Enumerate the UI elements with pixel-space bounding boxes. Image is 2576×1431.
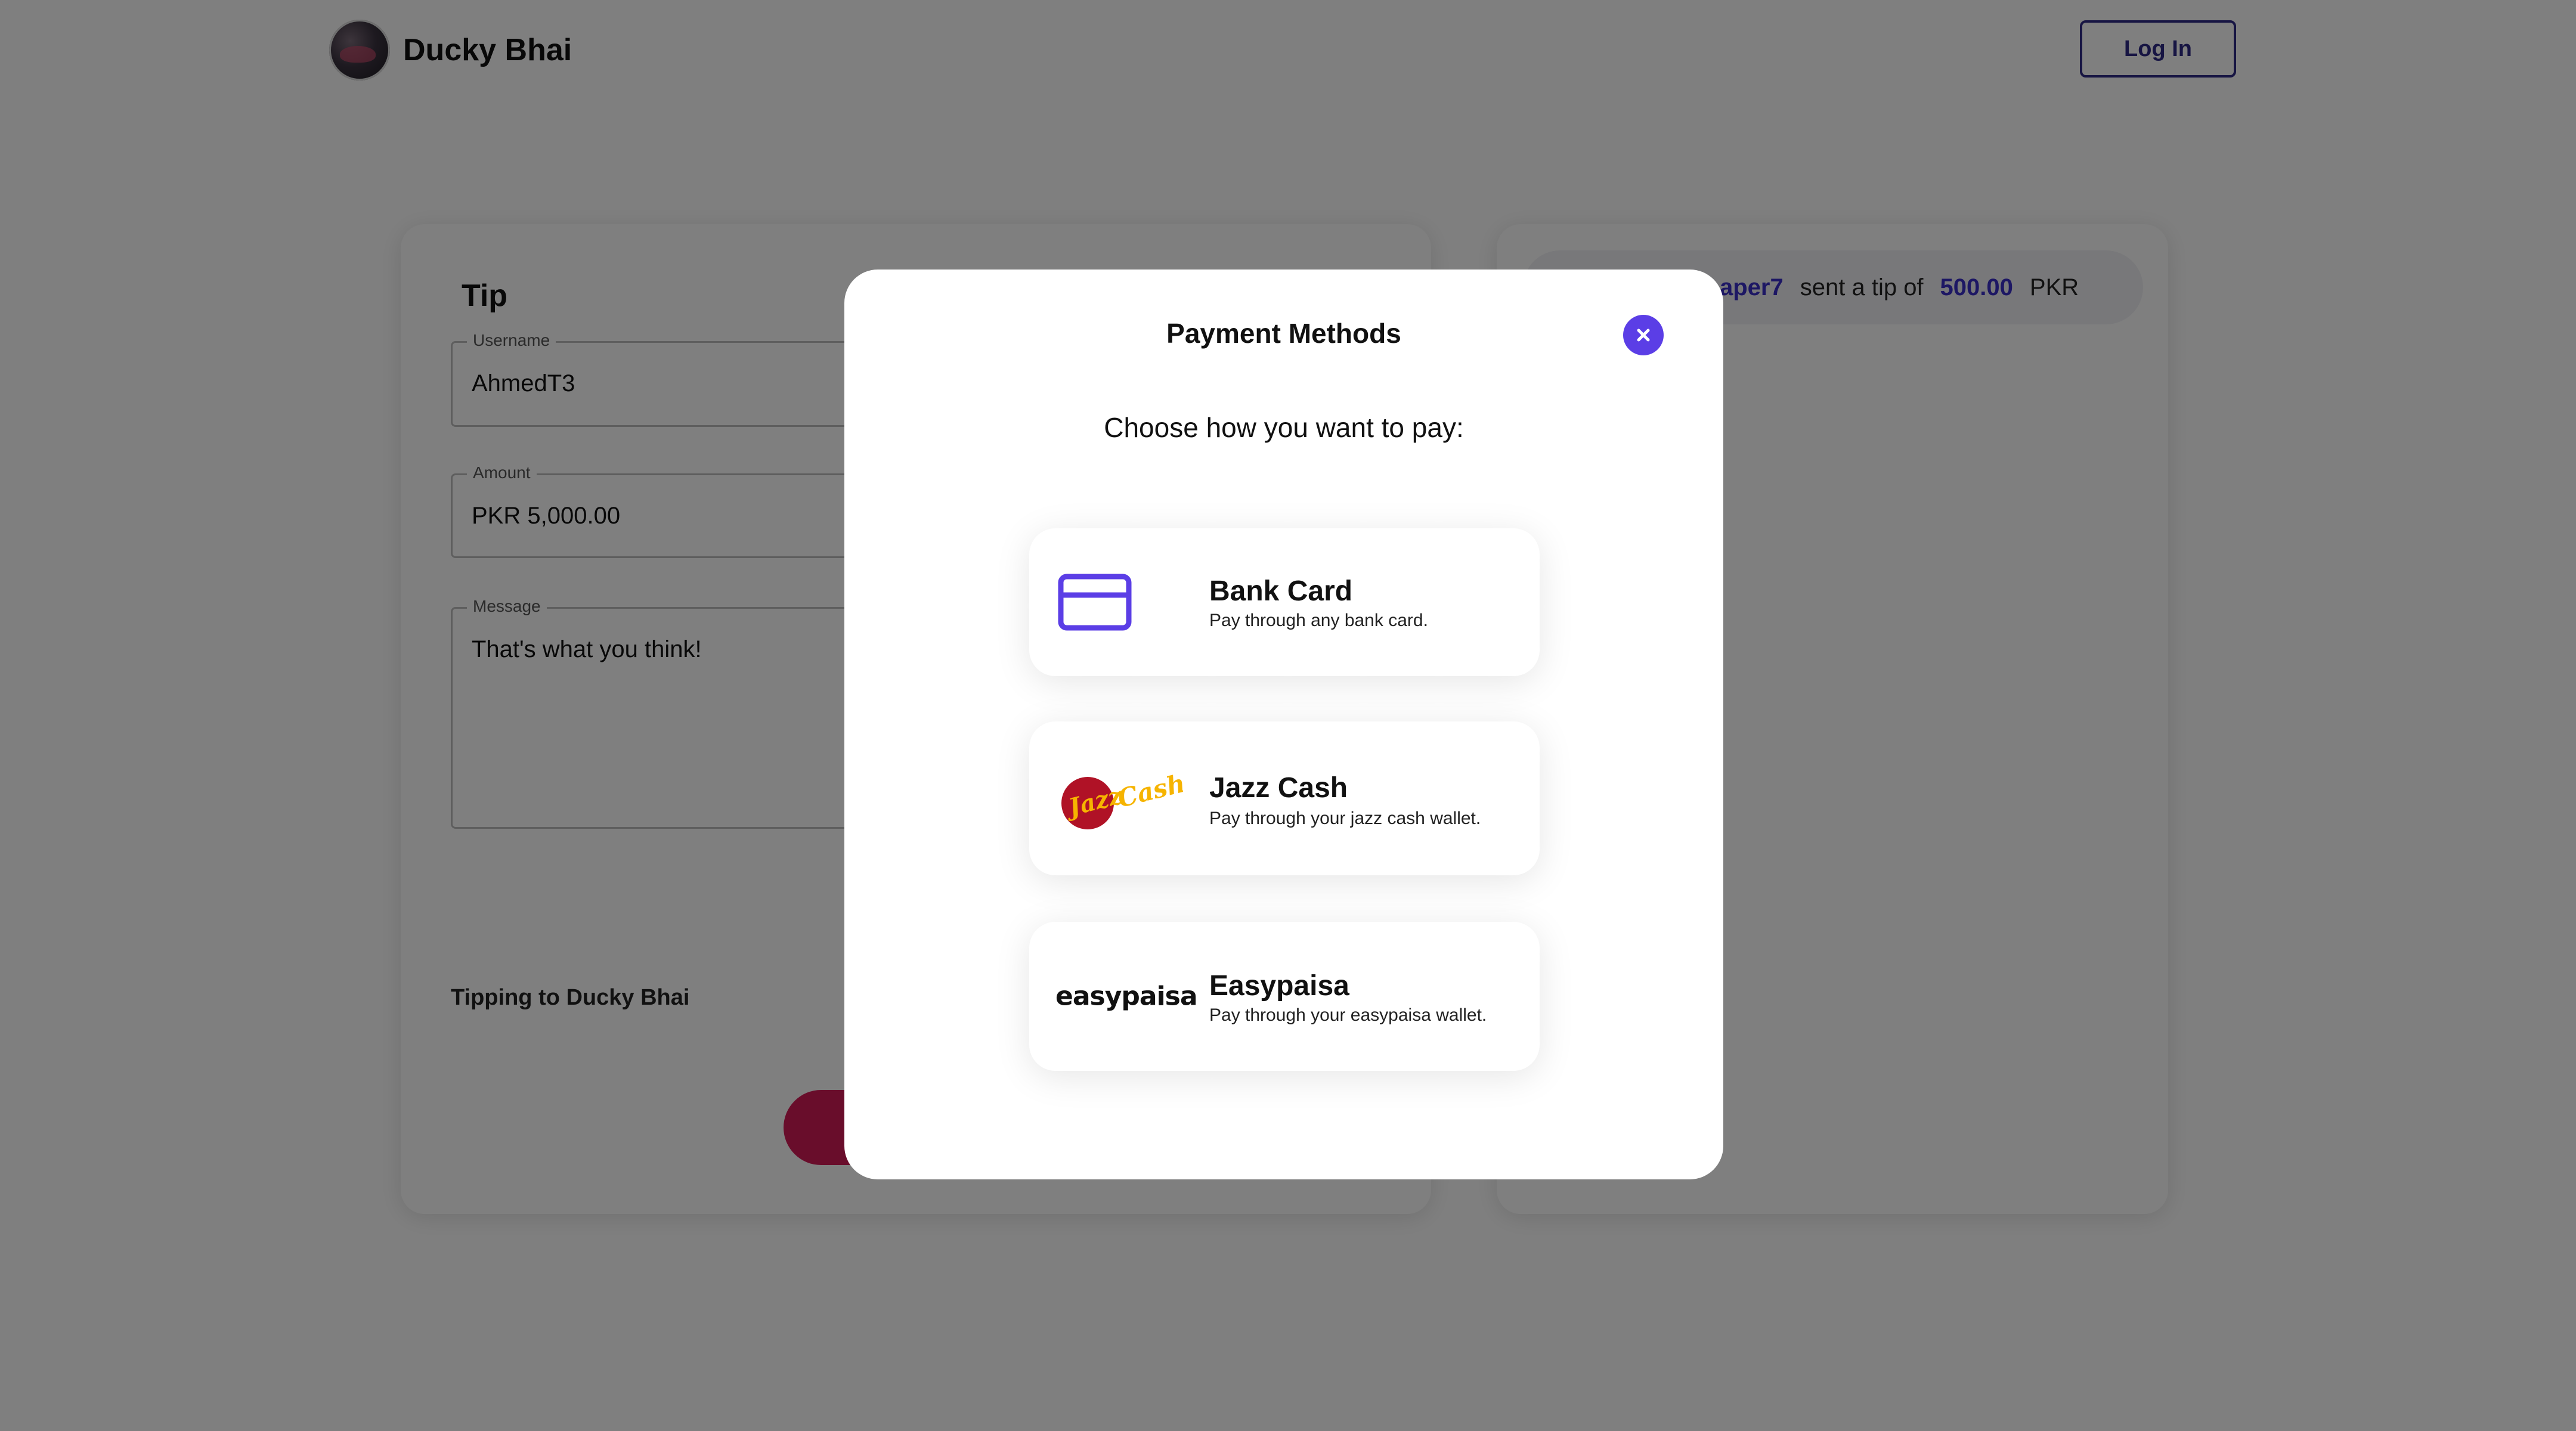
easypaisa-description: Pay through your easypaisa wallet. (1209, 1005, 1487, 1025)
close-button[interactable] (1623, 315, 1664, 355)
close-icon (1637, 329, 1650, 342)
payment-option-jazz-cash[interactable]: Jazz Cash Jazz Cash Pay through your jaz… (1029, 721, 1540, 875)
easypaisa-logo: easypaisa (1055, 981, 1198, 1012)
payment-option-easypaisa[interactable]: easypaisa Easypaisa Pay through your eas… (1029, 922, 1540, 1071)
page: Ducky Bhai Log In Tip Username AhmedT3 A… (0, 0, 2576, 1431)
bank-card-name: Bank Card (1209, 575, 1353, 607)
modal-title: Payment Methods (1166, 318, 1401, 349)
jazz-cash-description: Pay through your jazz cash wallet. (1209, 809, 1481, 828)
modal-subtitle: Choose how you want to pay: (1104, 412, 1464, 443)
payment-option-bank-card[interactable]: Bank Card Pay through any bank card. (1029, 528, 1540, 676)
bank-card-description: Pay through any bank card. (1209, 611, 1428, 630)
easypaisa-name: Easypaisa (1209, 970, 1349, 1002)
payment-methods-modal: Payment Methods Choose how you want to p… (844, 270, 1723, 1179)
svg-text:Cash: Cash (1114, 769, 1183, 813)
jazzcash-logo: Jazz Cash (1061, 769, 1183, 829)
jazz-cash-name: Jazz Cash (1209, 772, 1348, 804)
credit-card-icon (1058, 574, 1132, 631)
